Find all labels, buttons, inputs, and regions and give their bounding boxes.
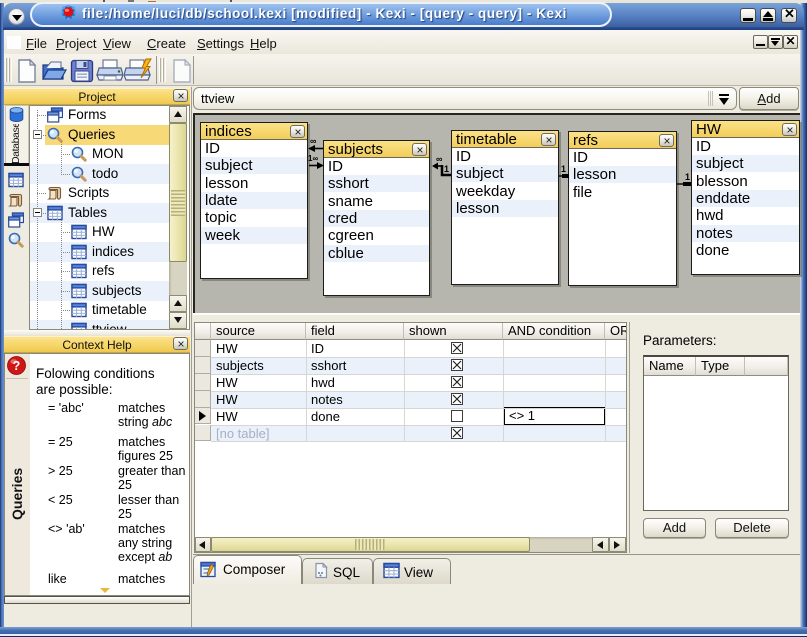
svg-text:1: 1 <box>685 172 690 182</box>
svg-text:1∞: 1∞ <box>308 154 318 163</box>
svg-text:∞: ∞ <box>310 136 317 146</box>
svg-text:1: 1 <box>444 164 449 174</box>
svg-text:?: ? <box>13 359 21 373</box>
svg-text:∞: ∞ <box>436 154 443 164</box>
svg-text:1: 1 <box>561 164 566 174</box>
